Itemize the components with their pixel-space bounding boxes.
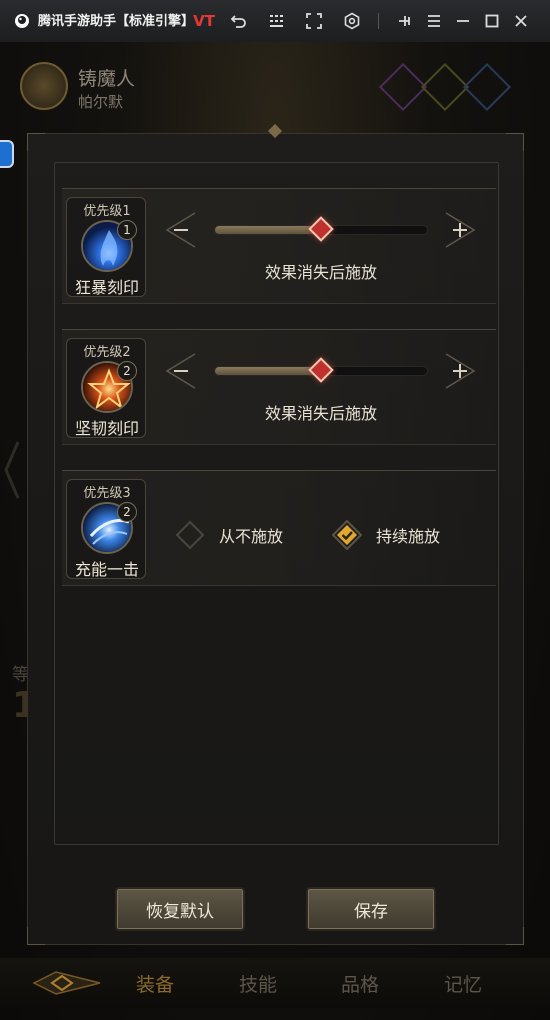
slider-value-text: 效果消失后施放 <box>264 404 377 423</box>
keymap-icon[interactable] <box>265 9 289 33</box>
skill-card[interactable]: 优先级2 2 坚韧刻印 <box>66 338 146 438</box>
skill-level-badge: 1 <box>117 220 137 240</box>
skill-card[interactable]: 优先级1 1 狂暴刻印 <box>66 197 146 297</box>
reset-default-button[interactable]: 恢复默认 <box>115 887 245 931</box>
option-never-cast[interactable]: 从不施放 <box>175 520 283 550</box>
save-button[interactable]: 保存 <box>306 887 436 931</box>
slider-value-text: 效果消失后施放 <box>264 263 377 282</box>
pin-icon[interactable] <box>393 9 417 33</box>
skill-name: 狂暴刻印 <box>74 278 139 297</box>
app-logo-icon <box>14 13 30 29</box>
hero-subname: 帕尔默 <box>78 93 124 111</box>
maximize-icon[interactable] <box>480 9 504 33</box>
option-label: 持续施放 <box>376 527 441 546</box>
priority-label: 优先级3 <box>83 486 131 501</box>
cast-timing-slider[interactable] <box>214 216 428 242</box>
tab-bar-emblem-icon <box>32 966 102 1000</box>
option-always-cast[interactable]: 持续施放 <box>331 519 441 551</box>
option-label: 从不施放 <box>219 527 284 546</box>
skill-level-badge: 2 <box>117 502 137 522</box>
decrease-button[interactable] <box>165 352 197 390</box>
menu-icon[interactable] <box>422 9 446 33</box>
increase-button[interactable] <box>444 211 476 249</box>
hero-class-emblem <box>20 62 68 110</box>
vt-label: VT <box>193 12 215 30</box>
checked-diamond-icon <box>331 519 363 551</box>
settings-hexagon-icon[interactable] <box>340 9 364 33</box>
minimize-icon[interactable] <box>451 9 475 33</box>
frame-corner <box>27 133 45 151</box>
slider-fill <box>215 226 321 234</box>
priority-label: 优先级1 <box>83 204 131 219</box>
window-titlebar: 腾讯手游助手【标准引擎】 VT <box>0 0 550 42</box>
close-icon[interactable] <box>509 9 533 33</box>
vt-icon[interactable]: VT <box>192 9 216 33</box>
skill-name: 充能一击 <box>74 560 139 579</box>
frame-corner <box>506 133 524 151</box>
back-icon[interactable] <box>227 9 251 33</box>
side-chat-icon[interactable] <box>0 140 14 168</box>
frame-corner <box>27 927 45 945</box>
cast-timing-slider[interactable] <box>214 357 428 383</box>
window-title: 腾讯手游助手【标准引擎】 <box>38 14 195 29</box>
skill-name: 坚韧刻印 <box>74 419 139 438</box>
left-arrow-icon <box>2 440 22 500</box>
tab-skills[interactable]: 技能 <box>239 970 277 997</box>
tab-character[interactable]: 品格 <box>341 970 379 997</box>
hero-name: 铸魔人 <box>78 68 136 90</box>
skill-row-3: 优先级3 2 充能一击 从不施放 持续施放 <box>62 470 496 586</box>
slider-fill <box>215 367 321 375</box>
skill-row-2: 优先级2 2 坚韧刻印 效果消失后施放 <box>62 329 496 445</box>
priority-label: 优先级2 <box>83 345 131 360</box>
decrease-button[interactable] <box>165 211 197 249</box>
slider-thumb[interactable] <box>308 216 334 242</box>
titlebar-separator <box>378 13 379 29</box>
skill-row-1: 优先级1 1 狂暴刻印 效果消失后施放 <box>62 188 496 304</box>
slider-thumb[interactable] <box>308 357 334 383</box>
frame-corner <box>506 927 524 945</box>
skill-card[interactable]: 优先级3 2 充能一击 <box>66 479 146 579</box>
increase-button[interactable] <box>444 352 476 390</box>
skill-level-badge: 2 <box>117 361 137 381</box>
tab-equipment[interactable]: 装备 <box>136 970 174 997</box>
tab-memory[interactable]: 记忆 <box>444 970 482 997</box>
fullscreen-icon[interactable] <box>302 9 326 33</box>
unchecked-diamond-icon <box>175 520 205 550</box>
